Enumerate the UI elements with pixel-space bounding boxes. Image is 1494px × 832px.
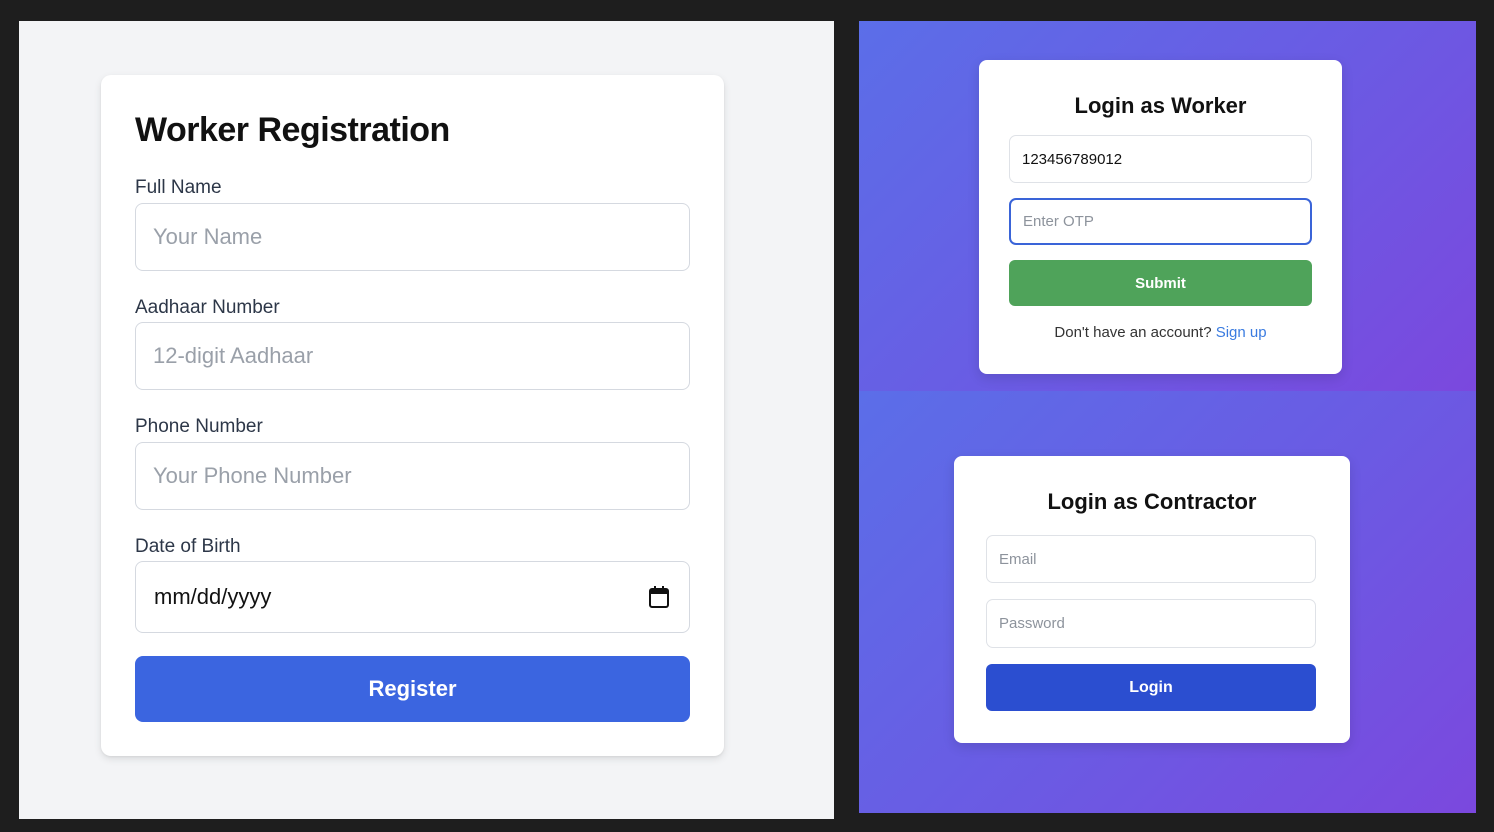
- otp-input[interactable]: [1009, 198, 1312, 245]
- calendar-icon[interactable]: [649, 586, 669, 608]
- dob-label: Date of Birth: [135, 536, 241, 557]
- phone-label: Phone Number: [135, 416, 263, 437]
- full-name-label: Full Name: [135, 177, 222, 198]
- worker-aadhaar-input[interactable]: [1009, 135, 1312, 183]
- phone-input[interactable]: [135, 442, 690, 510]
- contractor-login-title: Login as Contractor: [1047, 489, 1257, 514]
- dob-input[interactable]: mm/dd/yyyy: [135, 561, 690, 633]
- registration-card: Worker Registration Full Name Aadhaar Nu…: [101, 75, 724, 756]
- aadhaar-label: Aadhaar Number: [135, 297, 280, 318]
- signup-row: Don't have an account? Sign up: [979, 324, 1342, 341]
- register-button[interactable]: Register: [135, 656, 690, 722]
- password-input[interactable]: [986, 599, 1316, 648]
- email-input[interactable]: [986, 535, 1316, 583]
- worker-login-card: Login as Worker Submit Don't have an acc…: [979, 60, 1342, 374]
- aadhaar-input[interactable]: [135, 322, 690, 390]
- login-button[interactable]: Login: [986, 664, 1316, 711]
- full-name-input[interactable]: [135, 203, 690, 271]
- worker-login-panel: Login as Worker Submit Don't have an acc…: [859, 21, 1476, 391]
- signup-prompt: Don't have an account?: [1054, 324, 1212, 341]
- contractor-login-card: Login as Contractor Login: [954, 456, 1350, 743]
- registration-title: Worker Registration: [135, 111, 450, 149]
- signup-link[interactable]: Sign up: [1216, 324, 1267, 341]
- worker-login-title: Login as Worker: [1074, 93, 1247, 118]
- dob-value: mm/dd/yyyy: [154, 584, 272, 609]
- submit-button[interactable]: Submit: [1009, 260, 1312, 306]
- contractor-login-panel: Login as Contractor Login: [859, 391, 1476, 813]
- registration-panel: Worker Registration Full Name Aadhaar Nu…: [19, 21, 834, 819]
